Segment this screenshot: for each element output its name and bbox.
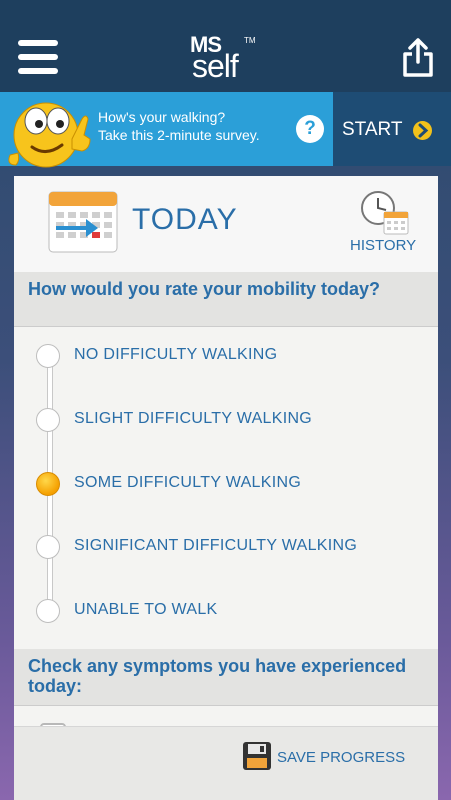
option-label: UNABLE TO WALK [74,601,218,618]
chevron-right-icon [413,121,432,140]
option-label: NO DIFFICULTY WALKING [74,346,278,363]
radio-button[interactable] [36,535,60,559]
top-bar: MS TM self [0,0,451,92]
mobility-option-unable-to-walk[interactable]: UNABLE TO WALK [14,591,438,631]
symptoms-question-text: Check any symptoms you have experienced … [28,656,407,696]
survey-banner-text: How's your walking? Take this 2-minute s… [98,108,260,144]
mobility-option-slight-difficulty[interactable]: SLIGHT DIFFICULTY WALKING [14,400,438,440]
clock-calendar-icon [361,191,409,235]
save-progress-label: SAVE PROGRESS [277,749,406,766]
start-survey-button[interactable]: START [333,92,451,166]
save-bar: SAVE PROGRESS [14,726,438,800]
mobility-question-header: How would you rate your mobility today? [14,272,438,327]
option-label: SIGNIFICANT DIFFICULTY WALKING [74,537,358,554]
help-icon[interactable]: ? [296,115,324,143]
save-progress-button[interactable]: SAVE PROGRESS [242,741,432,775]
smiley-mascot-icon [2,99,94,173]
floppy-disk-icon [243,742,271,770]
survey-banner-line-2: Take this 2-minute survey. [98,127,260,143]
radio-button[interactable] [36,408,60,432]
mobility-option-some-difficulty[interactable]: SOME DIFFICULTY WALKING [14,464,438,504]
history-button[interactable]: HISTORY [346,188,426,266]
mobility-question-text: How would you rate your mobility today? [28,279,381,299]
share-icon[interactable] [401,38,435,78]
radio-button-selected[interactable] [36,472,60,496]
ms-self-logo: MS TM self [190,34,270,84]
logo-trademark: TM [244,36,256,45]
page-title: TODAY [132,203,238,236]
hamburger-menu-icon[interactable] [18,40,58,74]
mobility-option-no-difficulty[interactable]: NO DIFFICULTY WALKING [14,336,438,376]
mobility-option-significant-difficulty[interactable]: SIGNIFICANT DIFFICULTY WALKING [14,527,438,567]
card-header: TODAY HISTORY [14,176,438,273]
option-label: SOME DIFFICULTY WALKING [74,474,302,491]
logo-self: self [192,48,239,84]
symptoms-question-header: Check any symptoms you have experienced … [14,649,438,706]
radio-button[interactable] [36,599,60,623]
start-label: START [342,119,403,140]
option-label: SLIGHT DIFFICULTY WALKING [74,410,313,427]
survey-banner-line-1: How's your walking? [98,109,226,125]
calendar-today-icon [46,186,122,256]
radio-button[interactable] [36,344,60,368]
history-label: HISTORY [350,237,417,254]
daily-checkin-card: TODAY HISTORY How would you rate your mo… [14,176,438,800]
